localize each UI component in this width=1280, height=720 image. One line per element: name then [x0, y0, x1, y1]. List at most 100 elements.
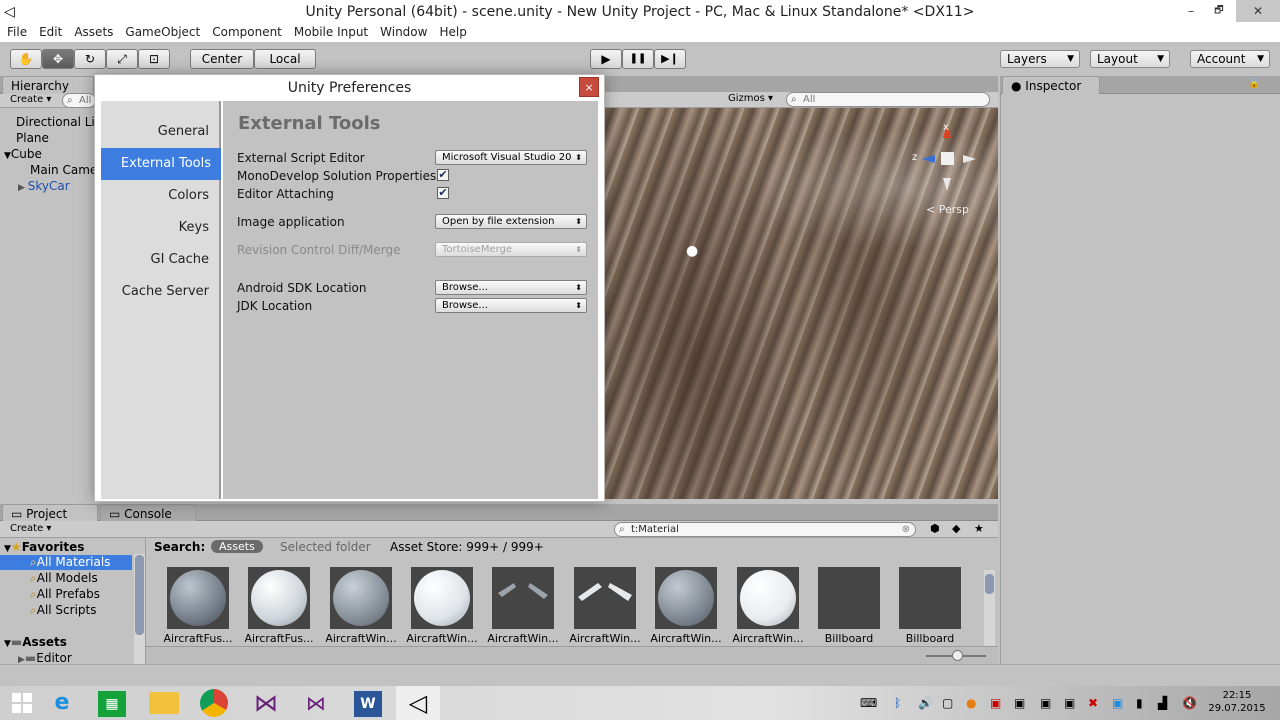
model-thumbnail[interactable] — [492, 567, 554, 629]
menu-gameobject[interactable]: GameObject — [118, 24, 205, 39]
assets-header[interactable]: ▼▬Assets — [4, 635, 67, 649]
hierarchy-create-button[interactable]: Create ▾ — [10, 94, 51, 105]
hand-tool-icon[interactable]: ✋ — [10, 49, 42, 69]
favorite-star-icon[interactable]: ★ — [974, 522, 984, 535]
app-tray-icon[interactable]: ● — [966, 696, 976, 710]
file-explorer-icon[interactable] — [142, 686, 186, 720]
tab-project[interactable]: ▭ Project — [2, 504, 98, 521]
billboard-thumbnail[interactable] — [818, 567, 880, 629]
model-thumbnail[interactable] — [574, 567, 636, 629]
app-tray-icon[interactable]: ▣ — [990, 696, 1001, 710]
material-thumbnail[interactable] — [330, 567, 392, 629]
z-axis-cone[interactable] — [922, 155, 935, 163]
menu-help[interactable]: Help — [432, 24, 471, 39]
layers-dropdown[interactable]: Layers ▼ — [1000, 50, 1080, 68]
unity-icon[interactable]: ◁ — [396, 686, 440, 720]
play-button[interactable]: ▶ — [590, 49, 622, 69]
chrome-icon[interactable] — [192, 686, 236, 720]
nav-keys[interactable]: Keys — [97, 212, 209, 244]
material-thumbnail[interactable] — [655, 567, 717, 629]
editor-attaching-checkbox[interactable]: ✔ — [437, 187, 449, 199]
neg-x-axis-cone[interactable] — [963, 155, 976, 163]
bluetooth-icon[interactable]: ᛒ — [894, 696, 901, 710]
y-axis-cone[interactable] — [943, 178, 951, 191]
visual-studio-preview-icon[interactable]: ⋈ — [294, 686, 338, 720]
grid-scrollbar[interactable] — [984, 570, 995, 646]
rotate-tool-icon[interactable]: ↻ — [74, 49, 106, 69]
rect-tool-icon[interactable]: ⊡ — [138, 49, 170, 69]
scrollbar-thumb[interactable] — [985, 574, 994, 594]
pivot-local-toggle[interactable]: Local — [254, 49, 316, 69]
expand-arrow-icon[interactable]: ▶ — [18, 183, 28, 193]
tab-inspector[interactable]: ● Inspector — [1002, 76, 1100, 94]
scrollbar-thumb[interactable] — [135, 555, 144, 635]
nav-general[interactable]: General — [97, 116, 209, 148]
favorite-item[interactable]: ⌕All Models — [30, 571, 98, 586]
dialog-close-button[interactable]: × — [579, 77, 599, 97]
app-tray-icon[interactable]: ▣ — [1064, 696, 1075, 710]
pivot-center-toggle[interactable]: Center — [190, 49, 254, 69]
gizmos-dropdown[interactable]: Gizmos ▾ — [728, 93, 773, 104]
word-icon[interactable]: W — [346, 686, 390, 720]
monodevelop-solution-checkbox[interactable]: ✔ — [437, 169, 449, 181]
scene-view[interactable]: ● x z < Persp — [604, 108, 998, 499]
menu-edit[interactable]: Edit — [32, 24, 67, 39]
scope-selected-folder-button[interactable]: Selected folder — [280, 540, 371, 554]
expand-arrow-icon[interactable]: ▼ — [4, 639, 11, 649]
material-thumbnail[interactable] — [411, 567, 473, 629]
tree-scrollbar[interactable] — [134, 554, 145, 664]
visual-studio-icon[interactable]: ⋈ — [244, 686, 288, 720]
scale-tool-icon[interactable]: ⤢ — [106, 49, 138, 69]
close-button[interactable]: ✕ — [1236, 0, 1280, 22]
material-thumbnail[interactable] — [737, 567, 799, 629]
lock-icon[interactable]: 🔒 — [1248, 78, 1260, 89]
restore-button[interactable]: 🗗 — [1202, 0, 1236, 22]
mute-icon[interactable]: 🔇 — [1182, 696, 1197, 710]
internet-explorer-icon[interactable]: e — [40, 686, 84, 720]
external-script-editor-dropdown[interactable]: Microsoft Visual Studio 20 ⬍ — [435, 150, 587, 165]
project-search-input[interactable]: ⌕ t:Material ⊗ — [614, 522, 916, 537]
scene-gizmo[interactable]: ● — [604, 108, 998, 499]
favorite-item[interactable]: ⌕All Scripts — [30, 603, 96, 618]
layout-dropdown[interactable]: Layout ▼ — [1090, 50, 1170, 68]
hierarchy-item[interactable]: ▼Cube — [4, 147, 42, 161]
menu-component[interactable]: Component — [205, 24, 287, 39]
menu-mobile-input[interactable]: Mobile Input — [287, 24, 373, 39]
perspective-label[interactable]: < Persp — [926, 203, 969, 216]
windows-icon[interactable] — [0, 686, 44, 720]
keyboard-icon[interactable]: ⌨ — [860, 696, 877, 710]
hierarchy-item[interactable]: ▶ SkyCar — [18, 179, 70, 193]
clear-search-icon[interactable]: ⊗ — [902, 523, 910, 536]
asset-folder-item[interactable]: ▶▬Editor — [18, 651, 72, 665]
hierarchy-item[interactable]: Main Came — [30, 163, 97, 177]
display-icon[interactable]: ▢ — [942, 696, 953, 710]
filter-type-icon[interactable]: ⬢ — [930, 522, 940, 535]
volume-icon[interactable]: 🔊 — [918, 696, 933, 710]
power-icon[interactable]: ▮ — [1136, 696, 1143, 710]
expand-arrow-icon[interactable]: ▼ — [4, 151, 11, 161]
menu-file[interactable]: File — [0, 24, 32, 39]
hierarchy-search-input[interactable]: ⌕ All — [62, 93, 96, 108]
app-tray-icon[interactable]: ✖ — [1088, 696, 1098, 710]
nav-cache-server[interactable]: Cache Server — [97, 276, 209, 308]
expand-arrow-icon[interactable]: ▼ — [4, 544, 11, 554]
menu-assets[interactable]: Assets — [67, 24, 118, 39]
scope-assets-button[interactable]: Assets — [211, 540, 263, 553]
nav-colors[interactable]: Colors — [97, 180, 209, 212]
image-application-dropdown[interactable]: Open by file extension ⬍ — [435, 214, 587, 229]
account-dropdown[interactable]: Account ▼ — [1190, 50, 1270, 68]
gizmo-center-cube[interactable] — [941, 152, 954, 165]
filter-label-icon[interactable]: ◆ — [952, 522, 960, 535]
favorite-item[interactable]: ⌕All Materials — [0, 555, 132, 570]
jdk-browse-dropdown[interactable]: Browse... ⬍ — [435, 298, 587, 313]
material-thumbnail[interactable] — [167, 567, 229, 629]
app-tray-icon[interactable]: ▣ — [1112, 696, 1123, 710]
project-create-button[interactable]: Create ▾ — [10, 523, 51, 534]
store-icon[interactable]: ▦ — [90, 686, 134, 720]
move-tool-icon[interactable]: ✥ — [42, 49, 74, 69]
clock[interactable]: 22:15 29.07.2015 — [1204, 689, 1270, 715]
billboard-thumbnail[interactable] — [899, 567, 961, 629]
app-tray-icon[interactable]: ▣ — [1014, 696, 1025, 710]
pause-button[interactable]: ❚❚ — [622, 49, 654, 69]
favorites-header[interactable]: ▼★Favorites — [4, 540, 84, 554]
